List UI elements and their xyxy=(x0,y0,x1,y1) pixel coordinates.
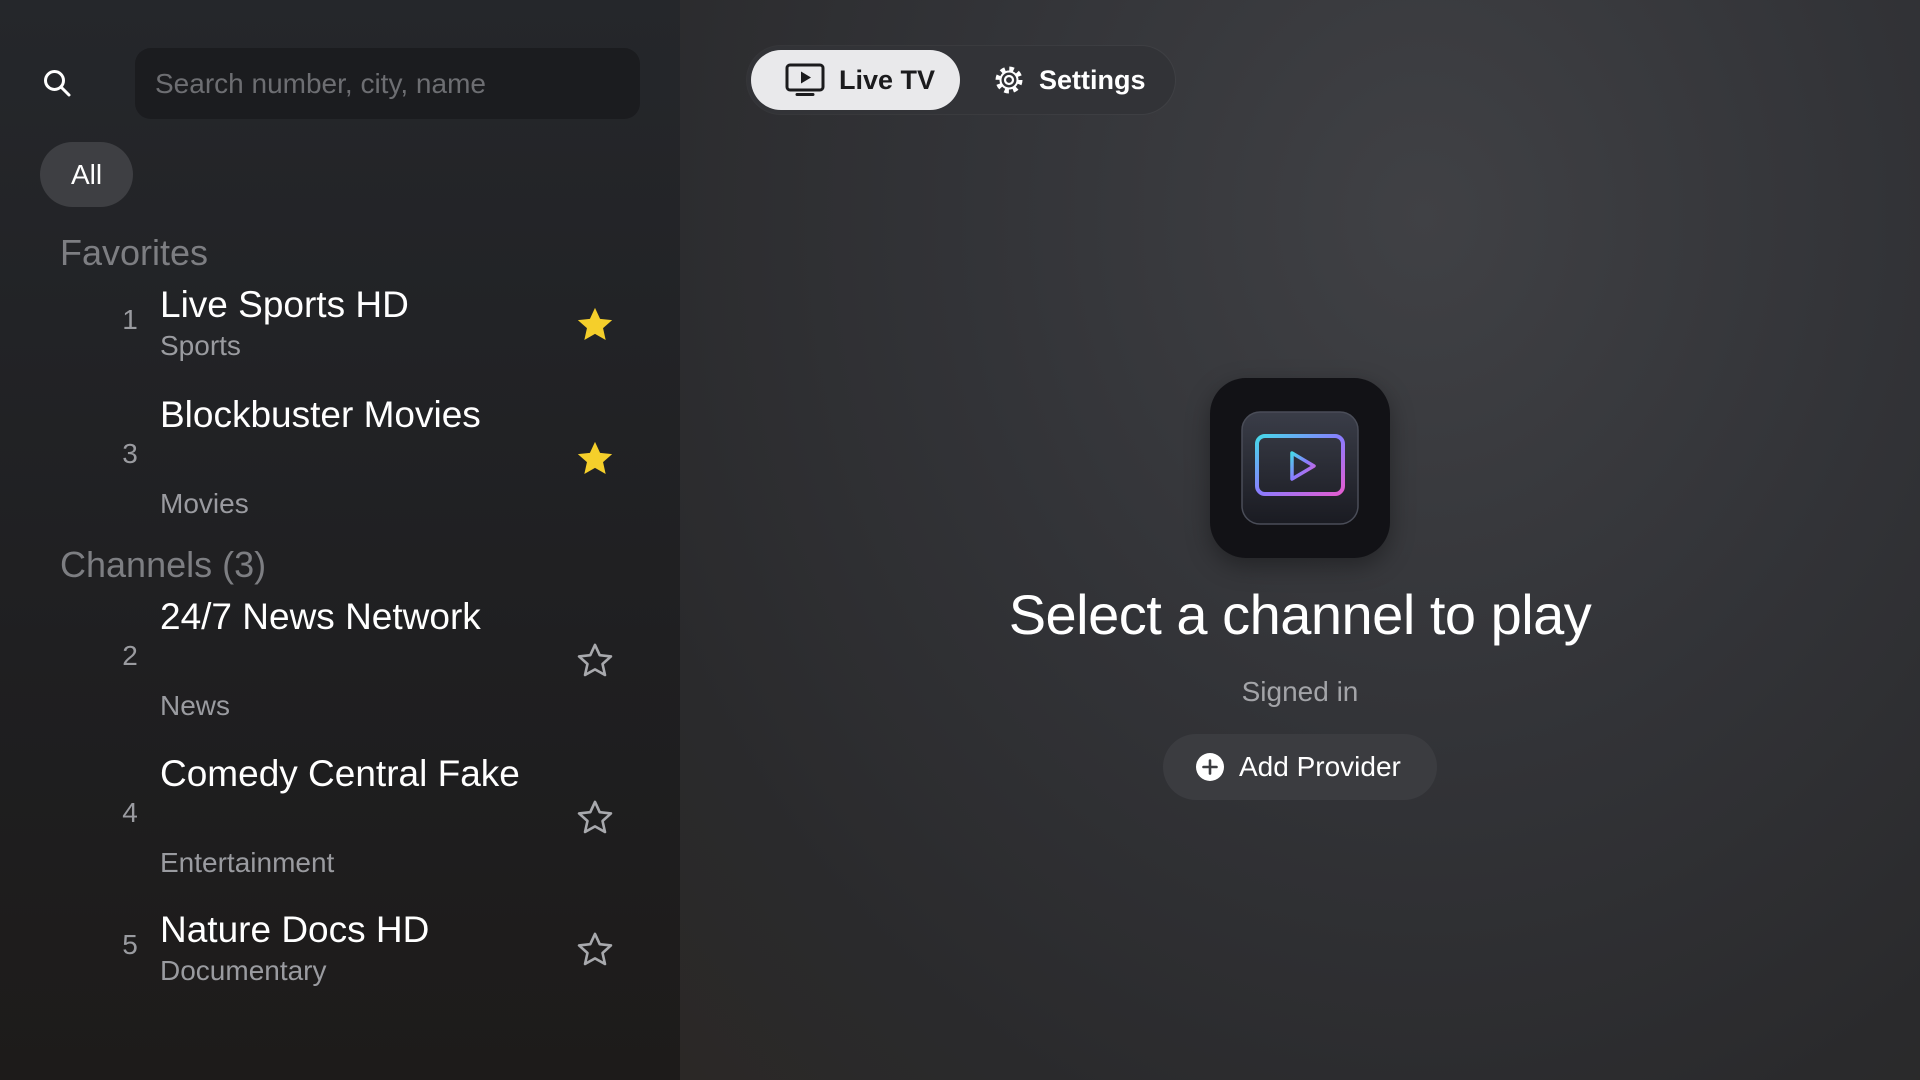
channel-item[interactable]: 3 Blockbuster Movies Movies xyxy=(0,392,680,519)
star-outline-icon[interactable] xyxy=(574,929,616,971)
channel-name: Blockbuster Movies xyxy=(160,394,481,435)
channel-item[interactable]: 2 24/7 News Network News xyxy=(0,594,680,721)
tab-live-tv[interactable]: Live TV xyxy=(751,50,960,110)
channels-section-title: Channels (3) xyxy=(60,544,267,585)
plus-circle-icon xyxy=(1196,753,1224,781)
tab-live-tv-label: Live TV xyxy=(839,64,936,95)
channel-category: Sports xyxy=(160,330,241,361)
channel-name: Nature Docs HD xyxy=(160,909,430,950)
add-provider-button[interactable]: Add Provider xyxy=(1163,734,1437,800)
channel-number: 4 xyxy=(122,797,138,828)
channel-name: Comedy Central Fake xyxy=(160,753,520,794)
sign-in-status: Signed in xyxy=(1241,676,1359,707)
tab-settings[interactable]: Settings xyxy=(977,50,1167,110)
gear-icon xyxy=(995,66,1023,94)
search-input[interactable] xyxy=(135,48,640,119)
star-filled-icon[interactable] xyxy=(574,304,616,346)
empty-state-headline: Select a channel to play xyxy=(1008,583,1592,646)
channel-category: News xyxy=(160,690,231,721)
star-outline-icon[interactable] xyxy=(574,640,616,682)
channel-number: 3 xyxy=(122,438,138,469)
add-provider-label: Add Provider xyxy=(1239,751,1401,782)
star-filled-icon[interactable] xyxy=(574,438,616,480)
channel-number: 5 xyxy=(122,929,138,960)
app-root: All Favorites 1 Live Sports HD Sports 3 … xyxy=(0,0,1920,1080)
channel-item[interactable]: 5 Nature Docs HD Documentary xyxy=(0,907,680,1027)
channel-category: Entertainment xyxy=(160,847,335,878)
favorites-section-title: Favorites xyxy=(60,232,209,273)
channel-sidebar: All Favorites 1 Live Sports HD Sports 3 … xyxy=(0,0,680,1080)
app-logo-icon xyxy=(1210,378,1390,558)
top-tab-bar: Live TV Settings xyxy=(747,46,1175,114)
main-content: Live TV Settings Select a channel to pla… xyxy=(680,0,1920,1080)
channel-number: 1 xyxy=(122,304,138,335)
tv-play-icon xyxy=(785,63,825,96)
channel-item[interactable]: 4 Comedy Central Fake Entertainment xyxy=(0,751,680,878)
channel-name: Live Sports HD xyxy=(160,284,409,325)
filter-all-chip[interactable]: All xyxy=(40,142,133,207)
channel-category: Documentary xyxy=(160,955,327,986)
channel-category: Movies xyxy=(160,488,249,519)
channel-item[interactable]: 1 Live Sports HD Sports xyxy=(0,282,680,402)
channel-number: 2 xyxy=(122,640,138,671)
star-outline-icon[interactable] xyxy=(574,797,616,839)
search-icon[interactable] xyxy=(42,68,72,98)
tab-settings-label: Settings xyxy=(1039,64,1146,95)
channel-name: 24/7 News Network xyxy=(160,596,481,637)
